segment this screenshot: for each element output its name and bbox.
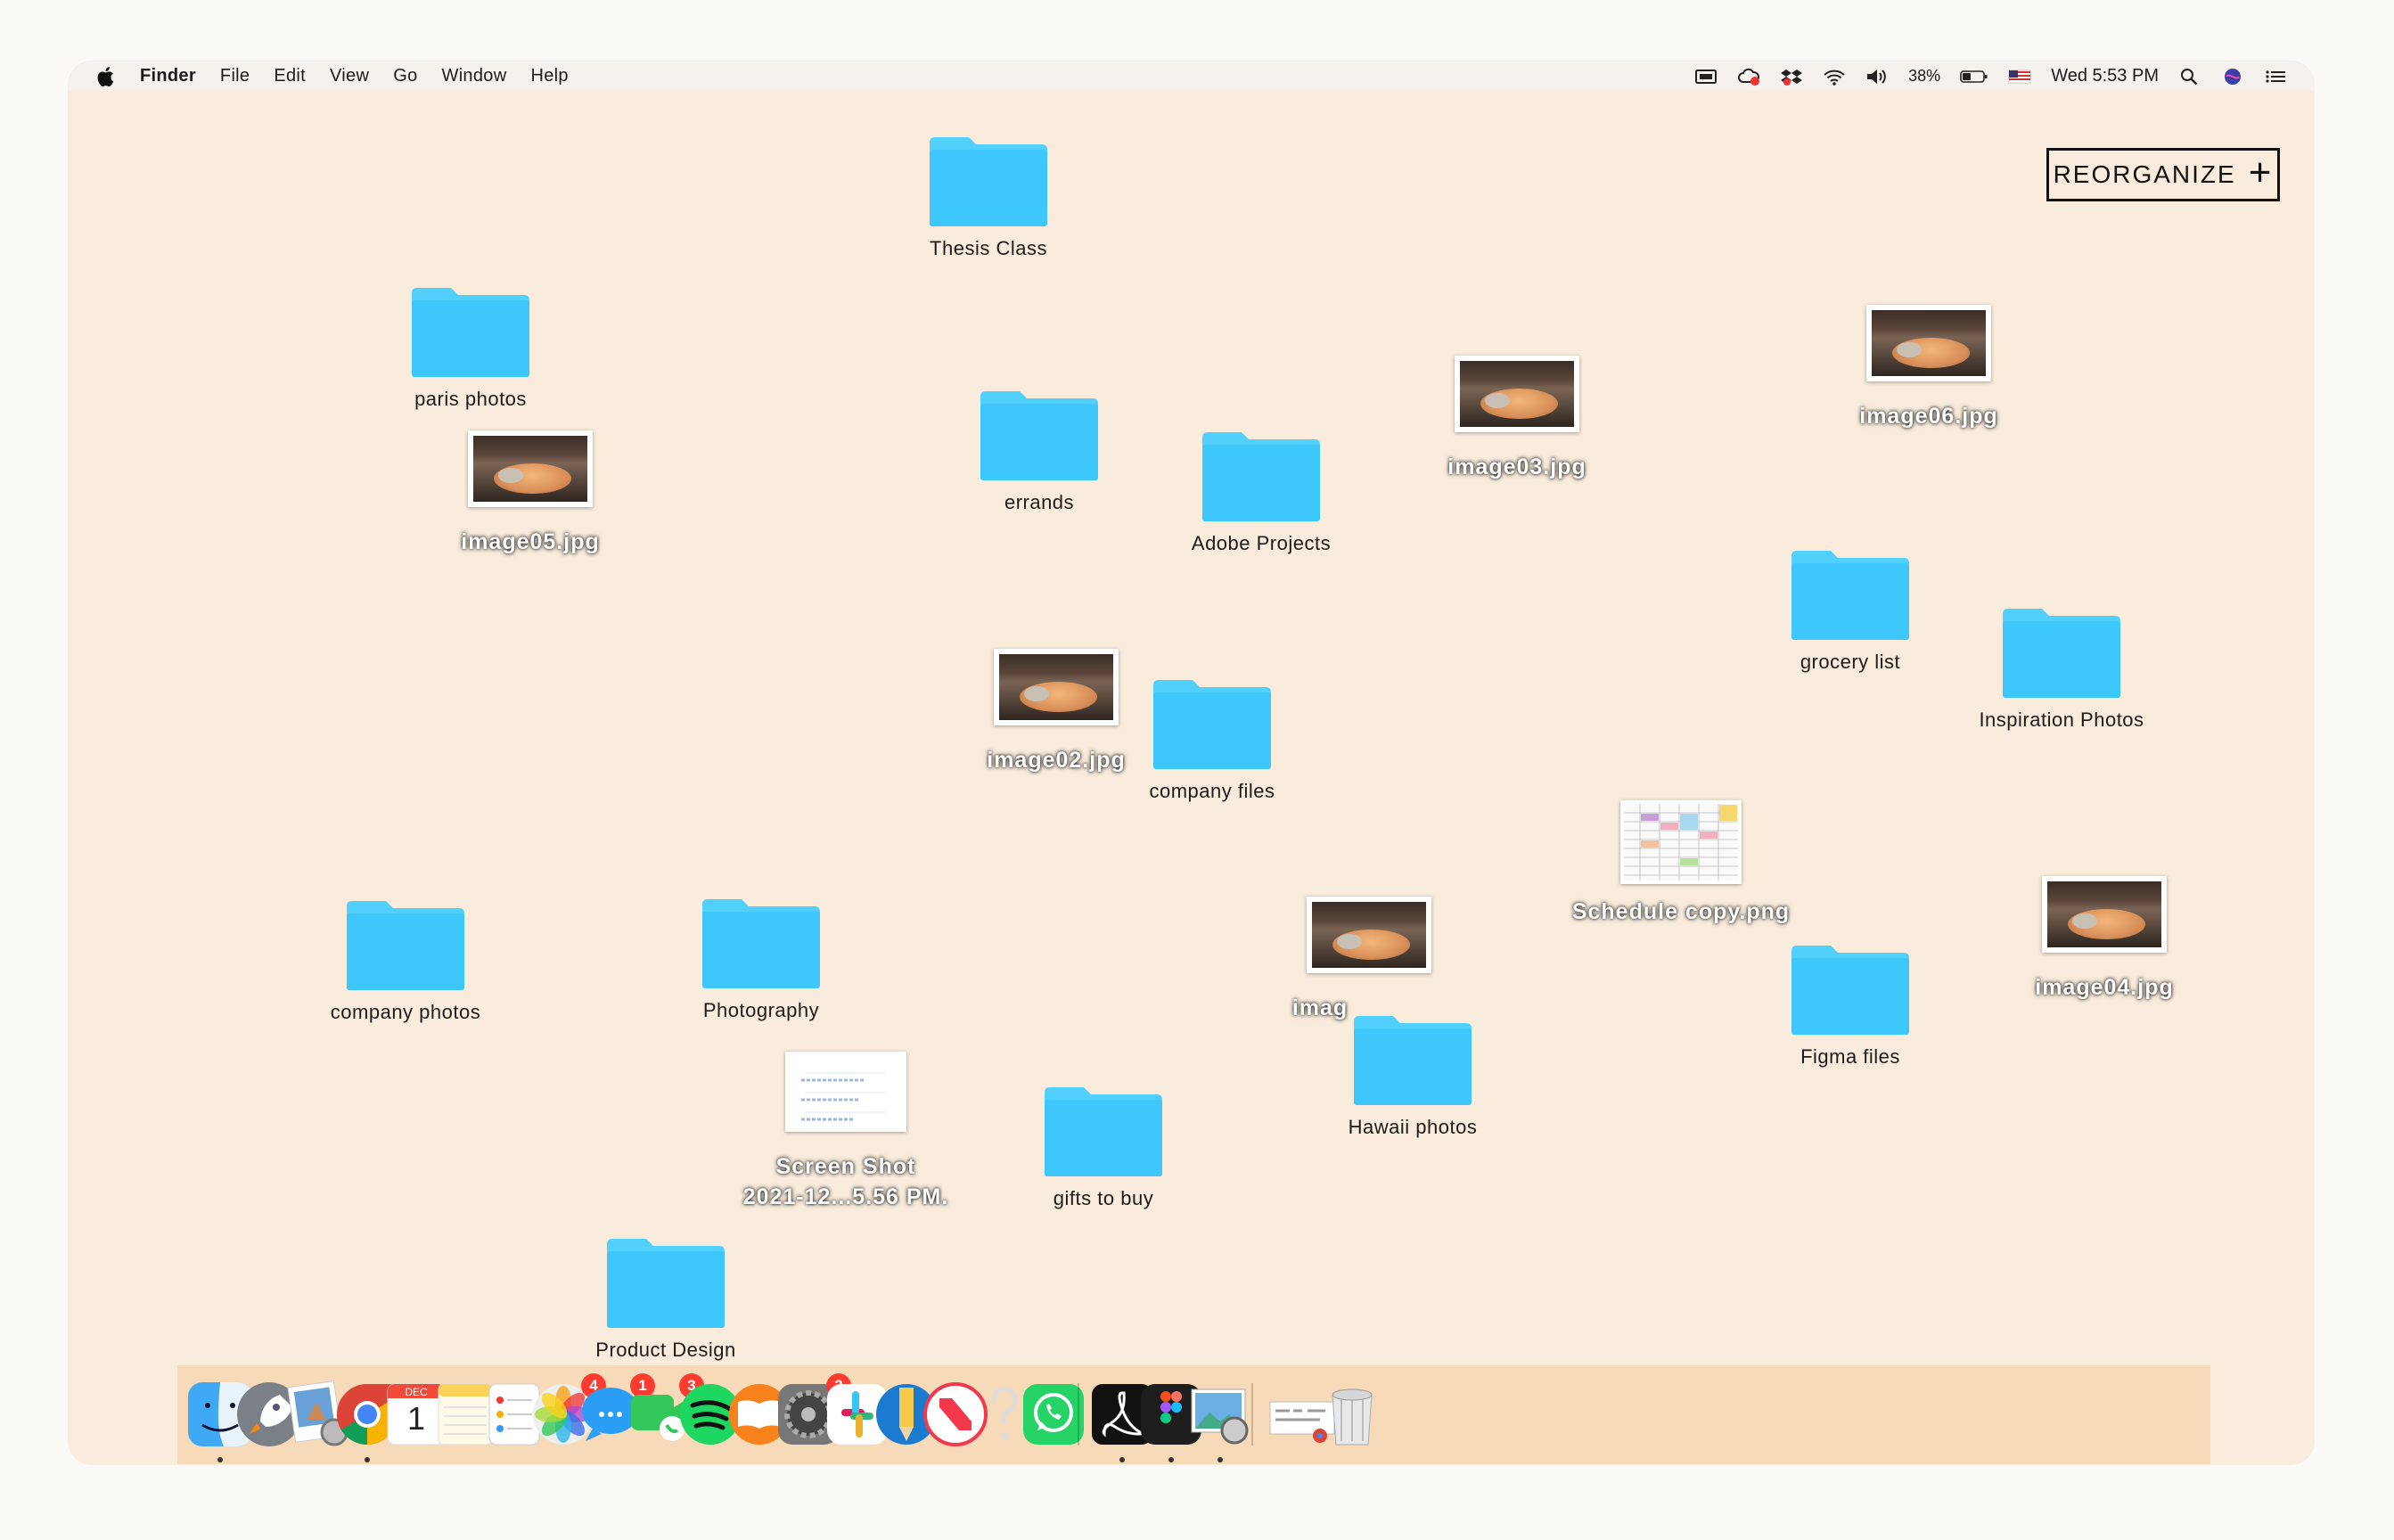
folder-icon: [2003, 609, 2120, 698]
menu-window[interactable]: Window: [442, 66, 507, 86]
menu-edit[interactable]: Edit: [274, 66, 306, 86]
folder-figma-files[interactable]: Figma files: [1717, 938, 1984, 1069]
file-image03[interactable]: image03.jpg: [1383, 356, 1651, 482]
folder-label: grocery list: [1800, 651, 1901, 673]
menu-go[interactable]: Go: [393, 66, 417, 86]
preview-icon: [1191, 1388, 1249, 1445]
folder-label: Figma files: [1800, 1045, 1900, 1068]
file-label: image04.jpg: [2035, 975, 2174, 1000]
image-thumbnail: [1866, 305, 1991, 381]
file-screen-shot[interactable]: Screen Shot 2021-12...5.56 PM.: [712, 1052, 980, 1212]
desktop-screen: Finder File Edit View Go Window Help 38%…: [69, 61, 2314, 1464]
folder-thesis-class[interactable]: Thesis Class: [855, 130, 1122, 260]
folder-label: Inspiration Photos: [1979, 709, 2144, 731]
file-image01[interactable]: imag: [1235, 897, 1503, 1023]
folder-label: Hawaii photos: [1348, 1116, 1478, 1138]
wifi-icon[interactable]: [1823, 68, 1846, 86]
plus-icon: +: [2248, 151, 2274, 194]
screenshot-thumbnail: [785, 1052, 906, 1132]
folder-label: paris photos: [414, 388, 527, 410]
folder-icon: [1791, 551, 1909, 640]
folder-label: Adobe Projects: [1191, 532, 1332, 554]
folder-gifts-to-buy[interactable]: gifts to buy: [970, 1080, 1237, 1210]
dock-separator: [1078, 1383, 1079, 1446]
apple-icon[interactable]: [95, 66, 115, 87]
folder-icon: [930, 137, 1047, 226]
file-schedule-copy[interactable]: Schedule copy.png: [1547, 800, 1815, 927]
image-thumbnail: [1455, 356, 1579, 432]
folder-icon: [1791, 946, 1909, 1035]
folder-company-photos[interactable]: company photos: [272, 894, 539, 1024]
menu-view[interactable]: View: [330, 66, 369, 86]
file-image02[interactable]: image02.jpg: [922, 649, 1190, 775]
spotlight-search-icon[interactable]: [2178, 68, 2201, 86]
file-label-line2: 2021-12...5.56 PM.: [742, 1184, 949, 1209]
us-flag-icon[interactable]: [2008, 68, 2031, 86]
folder-label: company photos: [330, 1001, 481, 1023]
menu-clock[interactable]: Wed 5:53 PM: [2051, 66, 2159, 86]
folder-icon: [412, 288, 529, 377]
menu-file[interactable]: File: [220, 66, 250, 86]
reorganize-label: REORGANIZE: [2053, 160, 2236, 188]
file-label: image02.jpg: [987, 748, 1126, 773]
dock: DEC 1 4 1 3: [177, 1364, 2210, 1464]
file-label-line1: Screen Shot: [775, 1154, 916, 1179]
trash-icon: [1332, 1388, 1373, 1446]
folder-icon: [347, 901, 464, 990]
folder-icon: [607, 1239, 725, 1328]
menu-app-name[interactable]: Finder: [140, 66, 196, 86]
screen-mirror-icon[interactable]: [1694, 68, 1718, 86]
folder-label: company files: [1149, 780, 1275, 802]
dock-separator: [1251, 1383, 1253, 1446]
siri-icon[interactable]: [2221, 68, 2244, 86]
folder-icon: [1202, 432, 1320, 521]
folder-adobe-projects[interactable]: Adobe Projects: [1127, 425, 1395, 555]
creative-cloud-icon[interactable]: [1737, 68, 1760, 86]
folder-label: Thesis Class: [930, 237, 1047, 259]
file-label: image05.jpg: [461, 529, 600, 554]
dock-trash[interactable]: [1316, 1379, 1388, 1450]
file-label: Schedule copy.png: [1571, 899, 1791, 924]
volume-icon[interactable]: [1865, 68, 1889, 86]
spreadsheet-thumbnail: [1620, 800, 1742, 884]
folder-label: gifts to buy: [1053, 1187, 1154, 1209]
folder-label: Photography: [702, 999, 820, 1021]
file-label: image03.jpg: [1447, 455, 1586, 479]
file-label: image06.jpg: [1859, 404, 1998, 429]
folder-paris-photos[interactable]: paris photos: [337, 281, 604, 411]
notification-center-icon[interactable]: [2264, 68, 2287, 86]
file-image04[interactable]: image04.jpg: [1971, 876, 2238, 1003]
file-image05[interactable]: image05.jpg: [397, 430, 664, 557]
image-thumbnail: [2042, 876, 2167, 953]
image-thumbnail: [994, 649, 1119, 725]
folder-icon: [702, 899, 820, 988]
folder-icon: [1354, 1016, 1472, 1105]
menu-bar: Finder File Edit View Go Window Help 38%…: [69, 61, 2314, 91]
menu-help[interactable]: Help: [530, 66, 568, 86]
folder-photography[interactable]: Photography: [627, 892, 895, 1022]
image-thumbnail: [1307, 897, 1431, 973]
folder-product-design[interactable]: Product Design: [532, 1232, 799, 1362]
folder-hawaii-photos[interactable]: Hawaii photos: [1279, 1009, 1546, 1139]
folder-label: errands: [1004, 491, 1075, 513]
folder-label: Product Design: [595, 1339, 736, 1361]
folder-icon: [1045, 1087, 1162, 1176]
reorganize-button[interactable]: REORGANIZE +: [2046, 148, 2280, 201]
folder-icon: [980, 391, 1098, 480]
image-thumbnail: [468, 430, 593, 507]
battery-percent: 38%: [1908, 67, 1941, 85]
file-image06[interactable]: image06.jpg: [1795, 305, 2062, 431]
dropbox-icon[interactable]: [1780, 68, 1803, 86]
battery-icon[interactable]: [1960, 68, 1988, 86]
folder-inspiration-photos[interactable]: Inspiration Photos: [1928, 602, 2195, 732]
dock-preview-app[interactable]: [1185, 1379, 1256, 1462]
